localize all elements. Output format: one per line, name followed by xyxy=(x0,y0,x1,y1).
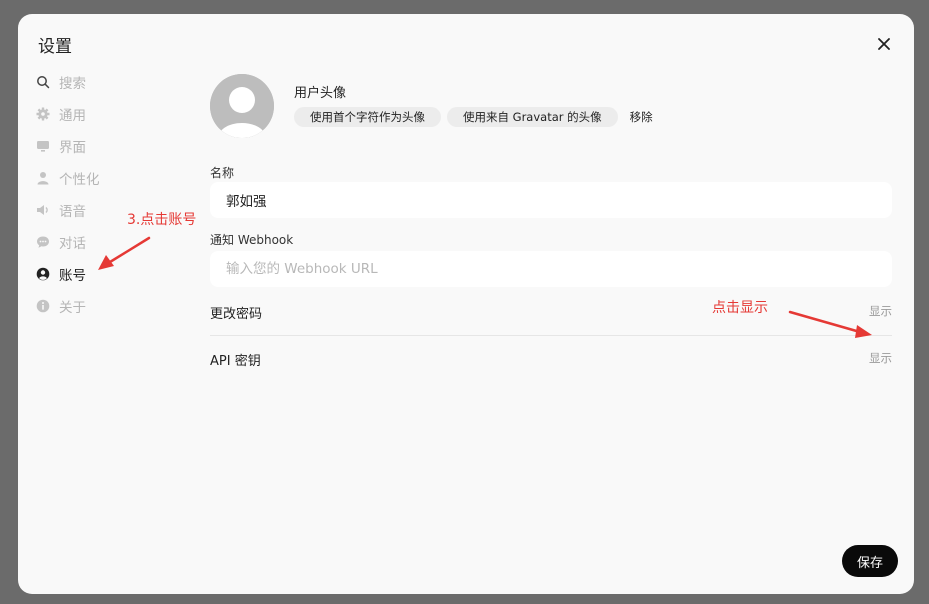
avatar-actions: 使用首个字符作为头像 使用来自 Gravatar 的头像 移除 xyxy=(294,107,653,127)
avatar[interactable] xyxy=(210,74,274,138)
sidebar-item-search[interactable]: 搜索 xyxy=(36,66,186,98)
name-input[interactable] xyxy=(210,182,892,218)
sidebar-item-account[interactable]: 账号 xyxy=(36,258,186,290)
api-key-label: API 密钥 xyxy=(210,354,261,369)
chat-icon xyxy=(36,235,50,249)
sidebar-item-label: 个性化 xyxy=(59,172,100,188)
webhook-input[interactable] xyxy=(210,251,892,287)
sidebar-item-label: 对话 xyxy=(59,236,86,252)
avatar-label: 用户头像 xyxy=(294,86,347,101)
sidebar-item-chat[interactable]: 对话 xyxy=(36,226,186,258)
user-icon xyxy=(36,171,50,185)
sidebar-item-label: 账号 xyxy=(59,268,86,284)
settings-sidebar: 搜索 通用 界面 个性化 语音 对话 账号 关于 xyxy=(36,66,186,322)
sidebar-item-label: 关于 xyxy=(59,300,86,316)
save-button[interactable]: 保存 xyxy=(842,545,898,577)
default-avatar-icon xyxy=(210,74,274,138)
remove-avatar-button[interactable]: 移除 xyxy=(630,109,653,125)
use-gravatar-button[interactable]: 使用来自 Gravatar 的头像 xyxy=(447,107,618,127)
sidebar-item-about[interactable]: 关于 xyxy=(36,290,186,322)
annotation-left-text: 3.点击账号 xyxy=(127,212,197,228)
sidebar-item-label: 界面 xyxy=(59,140,86,156)
close-icon xyxy=(878,38,890,50)
show-password-button[interactable]: 显示 xyxy=(869,303,892,319)
sidebar-item-interface[interactable]: 界面 xyxy=(36,130,186,162)
annotation-right-text: 点击显示 xyxy=(712,300,768,316)
dialog-title: 设置 xyxy=(38,37,72,57)
gear-icon xyxy=(36,107,50,121)
show-api-key-button[interactable]: 显示 xyxy=(869,350,892,366)
sidebar-item-personalization[interactable]: 个性化 xyxy=(36,162,186,194)
change-password-label: 更改密码 xyxy=(210,307,263,322)
sidebar-item-label: 通用 xyxy=(59,108,86,124)
search-icon xyxy=(36,75,50,89)
settings-dialog: 设置 搜索 通用 界面 个性化 语音 对话 账号 关于 用户头像 使用首个字符作… xyxy=(18,14,914,594)
sidebar-item-general[interactable]: 通用 xyxy=(36,98,186,130)
name-label: 名称 xyxy=(210,166,235,180)
sidebar-item-label: 搜索 xyxy=(59,76,86,92)
sidebar-item-label: 语音 xyxy=(59,204,86,220)
use-initials-avatar-button[interactable]: 使用首个字符作为头像 xyxy=(294,107,441,127)
monitor-icon xyxy=(36,139,50,153)
account-icon xyxy=(36,267,50,281)
webhook-label: 通知 Webhook xyxy=(210,233,294,247)
speaker-icon xyxy=(36,203,50,217)
divider xyxy=(210,335,892,336)
info-icon xyxy=(36,299,50,313)
close-button[interactable] xyxy=(874,34,894,54)
